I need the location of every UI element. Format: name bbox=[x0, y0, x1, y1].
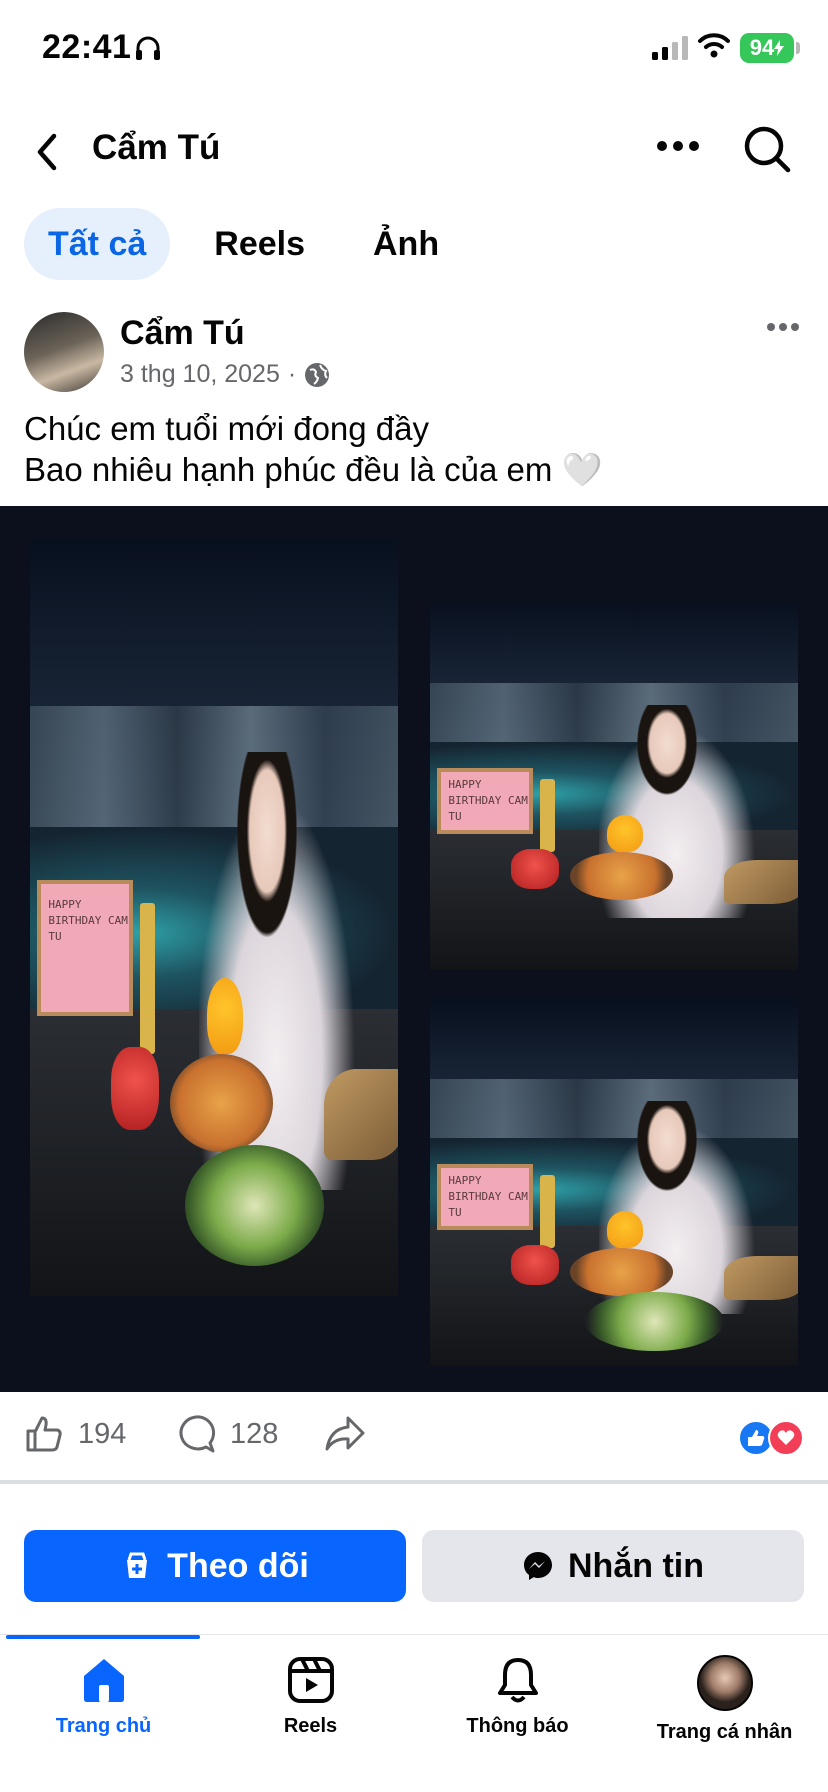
post-actions: 194 128 bbox=[0, 1392, 828, 1486]
headphones-icon bbox=[136, 36, 160, 60]
battery-indicator: 94 bbox=[740, 33, 794, 63]
page-header: Cẩm Tú bbox=[0, 110, 828, 194]
post-photo-3[interactable]: HAPPY BIRTHDAY CAM TU bbox=[430, 998, 798, 1366]
like-count: 194 bbox=[78, 1417, 127, 1450]
follow-label: Theo dõi bbox=[167, 1546, 309, 1585]
filter-tabs: Tất cả Reels Ảnh bbox=[24, 208, 483, 280]
share-button[interactable] bbox=[324, 1414, 380, 1454]
message-label: Nhắn tin bbox=[568, 1546, 704, 1585]
photo-scene: HAPPY BIRTHDAY CAM TU bbox=[30, 540, 398, 1296]
caption-line-2: Bao nhiêu hạnh phúc đều là của em 🤍 bbox=[24, 451, 603, 488]
wifi-icon bbox=[698, 33, 730, 58]
more-options-icon[interactable] bbox=[656, 140, 700, 152]
tab-reels[interactable]: Reels bbox=[190, 208, 329, 280]
follow-icon bbox=[127, 1552, 148, 1578]
home-icon bbox=[83, 1659, 124, 1702]
author-avatar[interactable] bbox=[24, 312, 104, 392]
back-arrow-icon[interactable] bbox=[30, 128, 64, 176]
like-button[interactable]: 194 bbox=[24, 1414, 126, 1454]
page-title: Cẩm Tú bbox=[92, 128, 221, 167]
section-divider bbox=[0, 1480, 828, 1484]
like-thumb-icon bbox=[26, 1416, 62, 1452]
tab-all[interactable]: Tất cả bbox=[24, 208, 171, 280]
nav-profile-label: Trang cá nhân bbox=[656, 1721, 793, 1743]
message-button[interactable]: Nhắn tin bbox=[422, 1530, 804, 1602]
messenger-icon bbox=[524, 1552, 552, 1580]
nav-home-label: Trang chủ bbox=[55, 1715, 152, 1737]
post-photo-1[interactable]: HAPPY BIRTHDAY CAM TU bbox=[30, 540, 398, 1296]
bottom-navigation: Trang chủ Reels Thông báo Trang cá nhân bbox=[0, 1634, 828, 1792]
share-arrow-icon bbox=[325, 1416, 365, 1451]
cellular-signal-icon bbox=[652, 36, 688, 60]
public-globe-icon bbox=[305, 362, 330, 387]
charging-bolt-icon bbox=[774, 40, 785, 56]
status-bar: 22:41 94 bbox=[0, 0, 828, 100]
birthday-sign: HAPPY BIRTHDAY CAM TU bbox=[437, 1163, 534, 1230]
caption-line-1: Chúc em tuổi mới đong đầy bbox=[24, 410, 430, 447]
nav-reels[interactable]: Reels bbox=[207, 1655, 414, 1738]
meta-separator: · bbox=[287, 360, 297, 388]
photo-scene: HAPPY BIRTHDAY CAM TU bbox=[430, 998, 798, 1366]
battery-cap bbox=[796, 42, 800, 54]
post-caption: Chúc em tuổi mới đong đầy Bao nhiêu hạnh… bbox=[24, 408, 603, 490]
post-date[interactable]: 3 thg 10, 2025 bbox=[120, 360, 280, 389]
post-more-options-icon[interactable] bbox=[766, 322, 800, 332]
nav-profile[interactable]: Trang cá nhân bbox=[621, 1655, 828, 1744]
post-photo-2[interactable]: HAPPY BIRTHDAY CAM TU bbox=[430, 602, 798, 970]
post-author-name[interactable]: Cẩm Tú bbox=[120, 314, 245, 353]
birthday-sign: HAPPY BIRTHDAY CAM TU bbox=[37, 880, 134, 1017]
comment-bubble-icon bbox=[179, 1415, 216, 1453]
post-meta: 3 thg 10, 2025 · bbox=[120, 360, 330, 389]
comment-count: 128 bbox=[230, 1417, 279, 1450]
battery-level: 94 bbox=[749, 35, 775, 60]
post-media[interactable]: HAPPY BIRTHDAY CAM TU HAPPY BIRTHDAY CAM… bbox=[0, 506, 828, 1392]
love-reaction-icon bbox=[768, 1420, 804, 1456]
reaction-summary[interactable] bbox=[738, 1420, 804, 1456]
bell-icon bbox=[497, 1658, 538, 1703]
nav-home[interactable]: Trang chủ bbox=[0, 1655, 207, 1738]
profile-avatar bbox=[696, 1655, 753, 1711]
active-tab-indicator bbox=[6, 1635, 200, 1639]
comment-button[interactable]: 128 bbox=[176, 1414, 278, 1454]
nav-notifications[interactable]: Thông báo bbox=[414, 1655, 621, 1738]
nav-notifications-label: Thông báo bbox=[466, 1715, 569, 1737]
birthday-sign: HAPPY BIRTHDAY CAM TU bbox=[437, 767, 534, 834]
tab-photos[interactable]: Ảnh bbox=[349, 208, 463, 280]
status-time: 22:41 bbox=[42, 28, 132, 66]
follow-button[interactable]: Theo dõi bbox=[24, 1530, 406, 1602]
photo-scene: HAPPY BIRTHDAY CAM TU bbox=[430, 602, 798, 970]
search-icon[interactable] bbox=[742, 124, 792, 174]
nav-reels-label: Reels bbox=[283, 1715, 338, 1737]
reels-icon bbox=[287, 1657, 334, 1703]
